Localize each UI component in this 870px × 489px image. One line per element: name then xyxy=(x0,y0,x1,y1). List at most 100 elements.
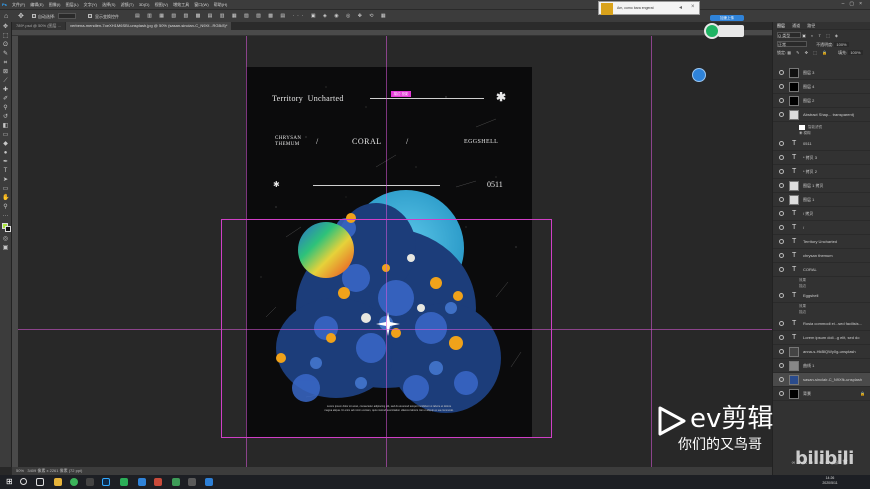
visibility-eye-icon[interactable] xyxy=(779,293,784,298)
transform-selection[interactable] xyxy=(221,219,552,438)
photoshop-icon[interactable] xyxy=(102,478,110,486)
quick-mask-icon[interactable]: ◎ xyxy=(2,236,9,243)
menu-help[interactable]: 帮助(H) xyxy=(212,0,230,9)
layer-row[interactable]: T / 拷贝 xyxy=(773,207,870,221)
hand-tool-icon[interactable]: ✋ xyxy=(2,195,9,202)
frame-tool-icon[interactable]: ⊠ xyxy=(2,69,9,76)
layer-row[interactable]: 图层 2 xyxy=(773,94,870,108)
canvas-area[interactable]: Territory Uncharted 描边 投影 ✱ CHRYSAN THEM… xyxy=(18,36,772,467)
tab-paths[interactable]: 路径 xyxy=(807,23,815,28)
visibility-eye-icon[interactable] xyxy=(779,267,784,272)
layer-row[interactable]: T 0511 xyxy=(773,137,870,151)
layer-row[interactable]: 曲线 1 xyxy=(773,359,870,373)
gradient-tool-icon[interactable]: ▭ xyxy=(2,132,9,139)
visibility-eye-icon[interactable] xyxy=(779,321,784,326)
layer-row[interactable]: T Territory Uncharted xyxy=(773,235,870,249)
zoom-tool-icon[interactable]: ⚲ xyxy=(2,204,9,211)
app-icon-3[interactable] xyxy=(172,478,180,486)
visibility-eye-icon[interactable] xyxy=(779,349,784,354)
transform-checkbox[interactable] xyxy=(88,14,92,18)
blur-filter-row[interactable]: ◉ 模糊 xyxy=(799,130,870,136)
tab-doc-1[interactable]: 789*.psd @ 50% (图层 ... xyxy=(12,22,65,30)
upload-badge[interactable]: 加速上传 xyxy=(704,15,746,41)
lasso-tool-icon[interactable]: ʘ xyxy=(2,42,9,49)
eyedropper-tool-icon[interactable]: ⟋ xyxy=(2,78,9,85)
windows-start-icon[interactable]: ⊞ xyxy=(6,477,13,486)
visibility-eye-icon[interactable] xyxy=(779,70,784,75)
visibility-eye-icon[interactable] xyxy=(779,211,784,216)
menu-filter[interactable]: 滤镜(T) xyxy=(119,0,136,9)
maximize-icon[interactable]: ▢ xyxy=(849,1,859,7)
visibility-eye-icon[interactable] xyxy=(779,84,784,89)
blur-tool-icon[interactable]: ◆ xyxy=(2,141,9,148)
visibility-eye-icon[interactable] xyxy=(779,225,784,230)
qq-icon[interactable] xyxy=(138,478,146,486)
layer-row[interactable]: Tchrysan themum xyxy=(773,249,870,263)
menu-3d[interactable]: 3D(D) xyxy=(137,0,152,9)
layer-row[interactable]: 图层 1 拷贝 xyxy=(773,179,870,193)
menu-plugins[interactable]: 增效工具 xyxy=(171,0,191,9)
visibility-eye-icon[interactable] xyxy=(779,183,784,188)
eraser-tool-icon[interactable]: ◧ xyxy=(2,123,9,130)
menu-view[interactable]: 视图(V) xyxy=(153,0,170,9)
opacity-value[interactable]: 100% xyxy=(834,42,849,47)
visibility-eye-icon[interactable] xyxy=(779,253,784,258)
layer-row[interactable]: Abstract Shap... transparent) xyxy=(773,108,870,122)
app-icon-4[interactable] xyxy=(188,478,196,486)
zoom-level[interactable]: 50% xyxy=(16,468,24,473)
layer-row-selected[interactable]: sasan-sinclair-C_N9Xfk-unsplash xyxy=(773,373,870,387)
layer-row[interactable]: T * 拷贝 2 xyxy=(773,165,870,179)
app-icon-5[interactable] xyxy=(205,478,213,486)
layer-row[interactable]: 图层 3 xyxy=(773,66,870,80)
pen-tool-icon[interactable]: ✒ xyxy=(2,159,9,166)
type-tool-icon[interactable]: T xyxy=(2,168,9,175)
kind-filter[interactable]: Q 类型 xyxy=(777,32,801,38)
volume-icon[interactable]: ◂ xyxy=(679,4,682,11)
menu-type[interactable]: 文字(Y) xyxy=(82,0,99,9)
menu-image[interactable]: 图像(I) xyxy=(47,0,63,9)
fill-value[interactable]: 100% xyxy=(848,50,863,55)
visibility-eye-icon[interactable] xyxy=(779,112,784,117)
brush-tool-icon[interactable]: ✐ xyxy=(2,96,9,103)
visibility-eye-icon[interactable] xyxy=(779,363,784,368)
menu-layer[interactable]: 图层(L) xyxy=(64,0,81,9)
clock[interactable]: 14:26 2020/5/11 xyxy=(810,476,850,486)
notification-popup[interactable]: Am, como bara engerat ◂ × xyxy=(598,1,700,15)
layer-row[interactable]: T Eggshell xyxy=(773,289,870,303)
app-icon[interactable] xyxy=(86,478,94,486)
taskview-icon[interactable] xyxy=(36,478,44,486)
tab-doc-2[interactable]: verbena-mendlen-7oeXH1M6SBI-unsplash.jpg… xyxy=(65,22,232,30)
layer-row[interactable]: T * 拷贝 3 xyxy=(773,151,870,165)
app-icon-2[interactable] xyxy=(154,478,162,486)
layer-row[interactable]: anna-s-HkBlQWy0g-unsplash xyxy=(773,345,870,359)
visibility-eye-icon[interactable] xyxy=(779,169,784,174)
layer-row[interactable]: T CORAL xyxy=(773,263,870,277)
stroke-effect-row[interactable]: 描边 xyxy=(799,309,870,315)
menu-file[interactable]: 文件(F) xyxy=(10,0,27,9)
path-select-icon[interactable]: ➤ xyxy=(2,177,9,184)
layer-row[interactable]: 背景 🔒 xyxy=(773,387,870,401)
tab-channels[interactable]: 通道 xyxy=(792,23,800,28)
screen-mode-icon[interactable]: ▣ xyxy=(2,245,9,252)
filter-icons[interactable]: ▣ ◐ T ⬚ ◈ xyxy=(802,33,840,38)
guide-vertical-3[interactable] xyxy=(651,36,652,467)
menu-window[interactable]: 窗口(W) xyxy=(192,0,210,9)
visibility-eye-icon[interactable] xyxy=(779,141,784,146)
menu-select[interactable]: 选择(S) xyxy=(100,0,117,9)
quick-select-tool-icon[interactable]: ✎ xyxy=(2,51,9,58)
stamp-tool-icon[interactable]: ⚲ xyxy=(2,105,9,112)
layer-row[interactable]: T / xyxy=(773,221,870,235)
visibility-eye-icon[interactable] xyxy=(779,377,784,382)
visibility-eye-icon[interactable] xyxy=(779,155,784,160)
dodge-tool-icon[interactable]: ● xyxy=(2,150,9,157)
move-tool-icon[interactable]: ✥ xyxy=(2,24,9,31)
layer-row[interactable]: T Rosia commodi ei...sed facilisis... xyxy=(773,317,870,331)
chrome-icon[interactable] xyxy=(70,478,78,486)
tab-layers[interactable]: 图层 xyxy=(777,23,785,28)
layer-dropdown[interactable] xyxy=(58,13,76,19)
explorer-icon[interactable] xyxy=(54,478,62,486)
auto-select-checkbox[interactable] xyxy=(32,14,36,18)
ps-logo[interactable]: Ps xyxy=(0,0,9,9)
visibility-eye-icon[interactable] xyxy=(779,98,784,103)
visibility-eye-icon[interactable] xyxy=(779,391,784,396)
